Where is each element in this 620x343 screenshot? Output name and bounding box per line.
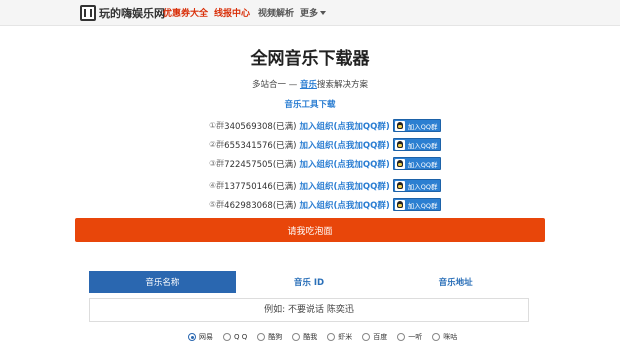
qq-group-row: ②群 655341576(已满) 加入组织(点我加QQ群) 加入QQ群 [209, 138, 442, 151]
group-index: ④群 [209, 181, 225, 190]
source-label: 网易 [199, 333, 213, 341]
source-option[interactable]: 酷狗 [257, 332, 282, 342]
join-group-link[interactable]: 加入组织(点我加QQ群) [299, 180, 389, 192]
tab-music-id[interactable]: 音乐 ID [236, 271, 383, 293]
group-number: 655341576(已满) [224, 140, 297, 151]
qq-group-row: ③群 722457505(已满) 加入组织(点我加QQ群) 加入QQ群 [209, 157, 442, 170]
donate-button[interactable]: 请我吃泡面 [75, 218, 545, 242]
brand-name: 玩的嗨娱乐网 [99, 7, 165, 20]
radio-icon[interactable] [362, 333, 371, 341]
nav-more-label: 更多 [300, 9, 319, 19]
source-label: 百度 [373, 333, 388, 341]
brand-logo[interactable]: 玩的嗨娱乐网 [80, 3, 165, 23]
source-radio-group: 网易 Q Q 酷狗 酷我 虾米 百度 一听 咪咕 [188, 331, 467, 343]
join-qq-group-button[interactable]: 加入QQ群 [392, 198, 442, 211]
qq-penguin-icon [394, 120, 405, 131]
music-link[interactable]: 音乐 [300, 80, 317, 90]
source-option[interactable]: 酷我 [292, 332, 317, 342]
page-title: 全网音乐下载器 [250, 49, 370, 69]
source-label: 一听 [408, 333, 423, 341]
qq-button-label: 加入QQ群 [407, 182, 438, 191]
search-input[interactable] [89, 298, 529, 322]
qq-group-row: ①群 340569308(已满) 加入组织(点我加QQ群) 加入QQ群 [209, 119, 442, 132]
join-qq-group-button[interactable]: 加入QQ群 [392, 179, 442, 192]
source-option[interactable]: 咪咕 [432, 332, 457, 342]
qq-button-label: 加入QQ群 [407, 160, 438, 169]
radio-icon[interactable] [257, 333, 266, 341]
page-subtitle: 多站合一 — 音乐搜索解决方案 [0, 78, 620, 90]
join-group-link[interactable]: 加入组织(点我加QQ群) [299, 120, 389, 132]
search-mode-tabs: 音乐名称 音乐 ID 音乐地址 [89, 271, 529, 293]
qq-penguin-icon [394, 180, 405, 191]
film-icon [80, 5, 96, 21]
source-label: 咪咕 [443, 333, 458, 341]
music-tools-download-link[interactable]: 音乐工具下载 [0, 98, 620, 110]
group-number: 462983068(已满) [224, 200, 297, 211]
source-label: 虾米 [338, 333, 353, 341]
group-index: ⑤群 [209, 200, 225, 209]
join-qq-group-button[interactable]: 加入QQ群 [392, 157, 442, 170]
join-group-link[interactable]: 加入组织(点我加QQ群) [299, 139, 389, 151]
caret-down-icon [320, 11, 327, 15]
group-index: ①群 [209, 121, 225, 130]
group-number: 137750146(已满) [224, 181, 297, 192]
qq-button-label: 加入QQ群 [407, 122, 438, 131]
qq-group-row: ④群 137750146(已满) 加入组织(点我加QQ群) 加入QQ群 [209, 179, 442, 192]
group-number: 340569308(已满) [224, 121, 297, 132]
tab-music-url[interactable]: 音乐地址 [382, 271, 529, 293]
qq-button-label: 加入QQ群 [407, 141, 438, 150]
radio-checked-icon[interactable] [188, 333, 196, 341]
join-qq-group-button[interactable]: 加入QQ群 [392, 119, 442, 132]
group-number: 722457505(已满) [224, 159, 297, 170]
source-option[interactable]: 虾米 [327, 332, 352, 342]
qq-button-label: 加入QQ群 [407, 201, 438, 210]
radio-icon[interactable] [223, 333, 231, 341]
qq-penguin-icon [394, 199, 405, 210]
subtitle-suffix: 搜索解决方案 [316, 80, 368, 90]
top-navbar: 玩的嗨娱乐网 优惠券大全 线报中心 视频解析 更多 [0, 0, 620, 26]
join-qq-group-button[interactable]: 加入QQ群 [392, 138, 442, 151]
tab-music-name[interactable]: 音乐名称 [89, 271, 236, 293]
radio-icon[interactable] [432, 333, 441, 341]
source-option[interactable]: 网易 [188, 332, 213, 342]
group-index: ②群 [209, 140, 225, 149]
subtitle-prefix: 多站合一 — [252, 80, 300, 90]
nav-coupons[interactable]: 优惠券大全 [163, 6, 208, 19]
nav-video-parse[interactable]: 视频解析 [258, 6, 294, 19]
nav-more[interactable]: 更多 [300, 6, 327, 19]
qq-penguin-icon [394, 139, 405, 150]
join-group-link[interactable]: 加入组织(点我加QQ群) [299, 158, 389, 170]
source-option[interactable]: 一听 [397, 332, 422, 342]
join-group-link[interactable]: 加入组织(点我加QQ群) [299, 199, 389, 211]
source-label: 酷狗 [268, 333, 283, 341]
qq-penguin-icon [394, 158, 405, 169]
radio-icon[interactable] [397, 333, 406, 341]
group-index: ③群 [209, 159, 225, 168]
radio-icon[interactable] [292, 333, 301, 341]
source-option[interactable]: Q Q [223, 333, 247, 341]
qq-group-row: ⑤群 462983068(已满) 加入组织(点我加QQ群) 加入QQ群 [209, 198, 442, 211]
source-label: 酷我 [303, 333, 318, 341]
radio-icon[interactable] [327, 333, 336, 341]
source-label: Q Q [234, 333, 248, 341]
source-option[interactable]: 百度 [362, 332, 387, 342]
nav-deals[interactable]: 线报中心 [214, 6, 250, 19]
